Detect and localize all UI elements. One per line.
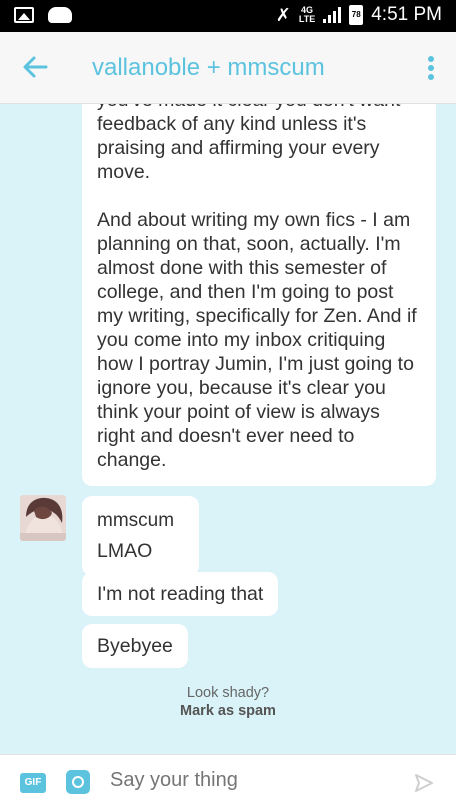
mark-as-spam-link[interactable]: Mark as spam <box>170 702 286 720</box>
message-input[interactable] <box>110 769 400 792</box>
message-text-3: Byebyee <box>97 635 173 657</box>
network-sub-label: LTE <box>298 14 316 24</box>
message-bubble-3: Byebyee <box>82 624 188 668</box>
camera-icon[interactable] <box>66 770 90 794</box>
message-paragraph-2: And about writing my own fics - I am pla… <box>97 209 417 471</box>
overflow-menu-icon[interactable] <box>428 56 434 80</box>
avatar[interactable] <box>20 495 66 541</box>
game-notification-icon <box>48 7 72 23</box>
sender-name[interactable]: mmscum <box>97 509 184 533</box>
network-type: 4G LTE <box>299 6 315 24</box>
send-icon[interactable] <box>414 773 434 793</box>
app-bar: vallanoble + mmscum <box>0 32 456 104</box>
status-bar: ✗ 4G LTE 78 4:51 PM <box>0 0 456 32</box>
status-time: 4:51 PM <box>371 4 442 25</box>
spam-question: Look shady? <box>186 685 270 701</box>
mute-icon: ✗ <box>275 4 291 25</box>
gif-button[interactable]: GIF <box>20 773 46 793</box>
message-paragraph-1: you've made it clear you don't want feed… <box>97 104 400 183</box>
battery-icon: 78 <box>349 5 364 25</box>
message-text-1: LMAO <box>97 540 153 562</box>
message-text-2: I'm not reading that <box>97 583 264 605</box>
message-bubble-long: you've made it clear you don't want feed… <box>82 104 436 486</box>
signal-icon <box>323 7 342 23</box>
spam-prompt: Look shady? Mark as spam <box>170 684 286 720</box>
back-arrow-icon[interactable] <box>20 52 50 82</box>
gallery-notification-icon <box>14 7 34 23</box>
message-bubble-2: I'm not reading that <box>82 572 279 616</box>
message-bubble-1: mmscum LMAO <box>82 496 199 576</box>
message-composer: GIF <box>0 754 456 810</box>
conversation-title: vallanoble + mmscum <box>92 54 325 81</box>
conversation-area[interactable]: you've made it clear you don't want feed… <box>0 104 456 754</box>
